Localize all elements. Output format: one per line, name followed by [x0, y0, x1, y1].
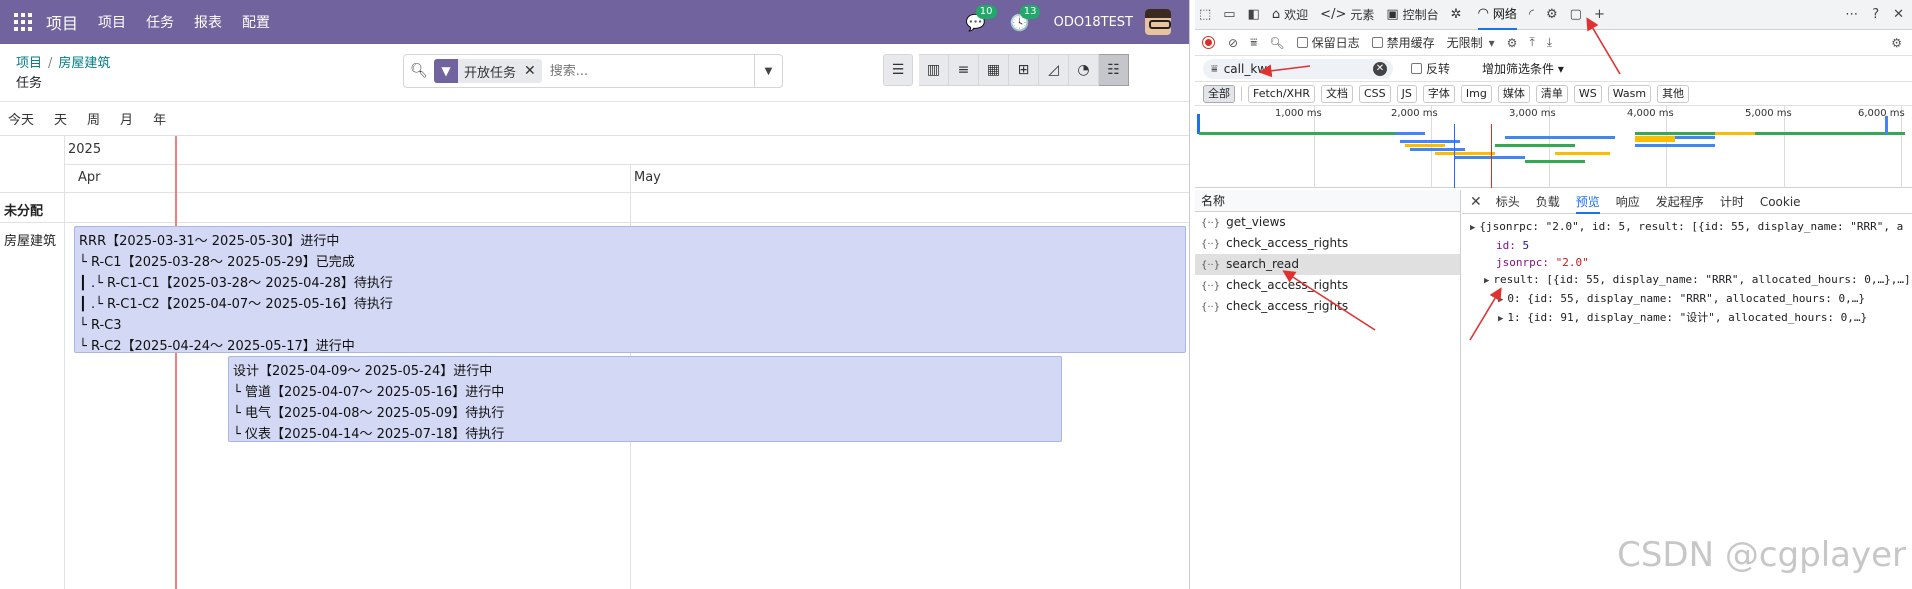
- arrow-to-filter: [1258, 64, 1311, 78]
- annotation-arrows: [1258, 17, 1621, 341]
- arrow-to-search-read: [1282, 270, 1376, 331]
- screen: 项目 项目 任务 报表 配置 💬 10 🕓 13 ODO18TEST 项目 / 房屋建筑…: [0, 0, 1912, 589]
- arrow-to-network-tab: [1586, 17, 1621, 75]
- arrow-to-result: [1469, 287, 1502, 341]
